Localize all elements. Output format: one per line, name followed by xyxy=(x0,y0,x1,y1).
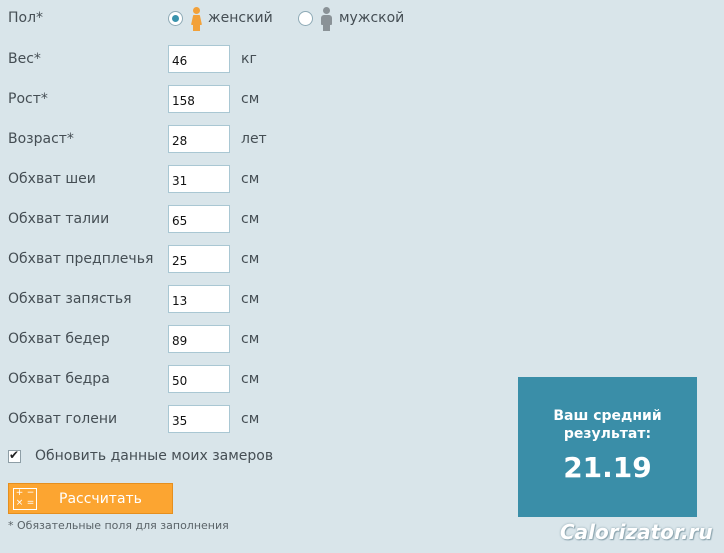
male-radio[interactable] xyxy=(298,11,313,26)
calculate-button[interactable]: + − × = Рассчитать xyxy=(8,483,173,514)
field-row-wrist: Обхват запястья см xyxy=(0,285,500,315)
neck-input[interactable] xyxy=(168,165,230,193)
field-label: Обхват запястья xyxy=(8,291,132,307)
field-unit: см xyxy=(241,371,260,387)
field-row-hips: Обхват бедер см xyxy=(0,325,500,355)
hips-input[interactable] xyxy=(168,325,230,353)
field-unit: см xyxy=(241,331,260,347)
field-unit: см xyxy=(241,411,260,427)
field-label: Обхват талии xyxy=(8,211,110,227)
field-row-calf: Обхват голени см xyxy=(0,405,500,435)
watermark-logo: Calorizator.ru xyxy=(560,520,713,544)
field-unit: см xyxy=(241,211,260,227)
gender-label: Пол* xyxy=(8,10,44,26)
field-label: Вес* xyxy=(8,51,41,67)
field-unit: см xyxy=(241,171,260,187)
calculate-button-label: Рассчитать xyxy=(59,491,142,507)
field-row-forearm: Обхват предплечья см xyxy=(0,245,500,275)
field-unit: лет xyxy=(241,131,267,147)
field-row-neck: Обхват шеи см xyxy=(0,165,500,195)
field-label: Обхват предплечья xyxy=(8,251,154,267)
forearm-input[interactable] xyxy=(168,245,230,273)
calf-input[interactable] xyxy=(168,405,230,433)
field-unit: см xyxy=(241,291,260,307)
waist-input[interactable] xyxy=(168,205,230,233)
field-row-height: Рост* см xyxy=(0,85,500,115)
field-label: Обхват шеи xyxy=(8,171,96,187)
female-person-icon xyxy=(190,7,202,31)
result-value: 21.19 xyxy=(563,451,652,484)
field-row-thigh: Обхват бедра см xyxy=(0,365,500,395)
field-row-age: Возраст* лет xyxy=(0,125,500,155)
age-input[interactable] xyxy=(168,125,230,153)
required-fields-note: * Обязательные поля для заполнения xyxy=(8,519,229,532)
field-label: Обхват голени xyxy=(8,411,118,427)
result-title: Ваш средний результат: xyxy=(553,408,662,442)
female-radio[interactable] xyxy=(168,11,183,26)
height-input[interactable] xyxy=(168,85,230,113)
result-box: Ваш средний результат: 21.19 xyxy=(518,377,697,517)
update-measurements-label[interactable]: Обновить данные моих замеров xyxy=(35,448,273,464)
field-label: Обхват бедер xyxy=(8,331,110,347)
update-measurements-checkbox[interactable]: ✔ xyxy=(8,448,21,463)
weight-input[interactable] xyxy=(168,45,230,73)
male-label[interactable]: мужской xyxy=(339,10,404,26)
field-label: Рост* xyxy=(8,91,48,107)
field-row-waist: Обхват талии см xyxy=(0,205,500,235)
gender-row: Пол* женский мужской xyxy=(0,4,500,32)
wrist-input[interactable] xyxy=(168,285,230,313)
calculator-icon: + − × = xyxy=(13,488,37,510)
field-label: Возраст* xyxy=(8,131,74,147)
field-unit: см xyxy=(241,91,260,107)
thigh-input[interactable] xyxy=(168,365,230,393)
field-row-weight: Вес* кг xyxy=(0,45,500,75)
field-label: Обхват бедра xyxy=(8,371,110,387)
male-person-icon xyxy=(320,7,332,31)
female-label[interactable]: женский xyxy=(208,10,273,26)
field-unit: кг xyxy=(241,51,257,67)
field-unit: см xyxy=(241,251,260,267)
checkmark-icon: ✔ xyxy=(9,448,20,462)
